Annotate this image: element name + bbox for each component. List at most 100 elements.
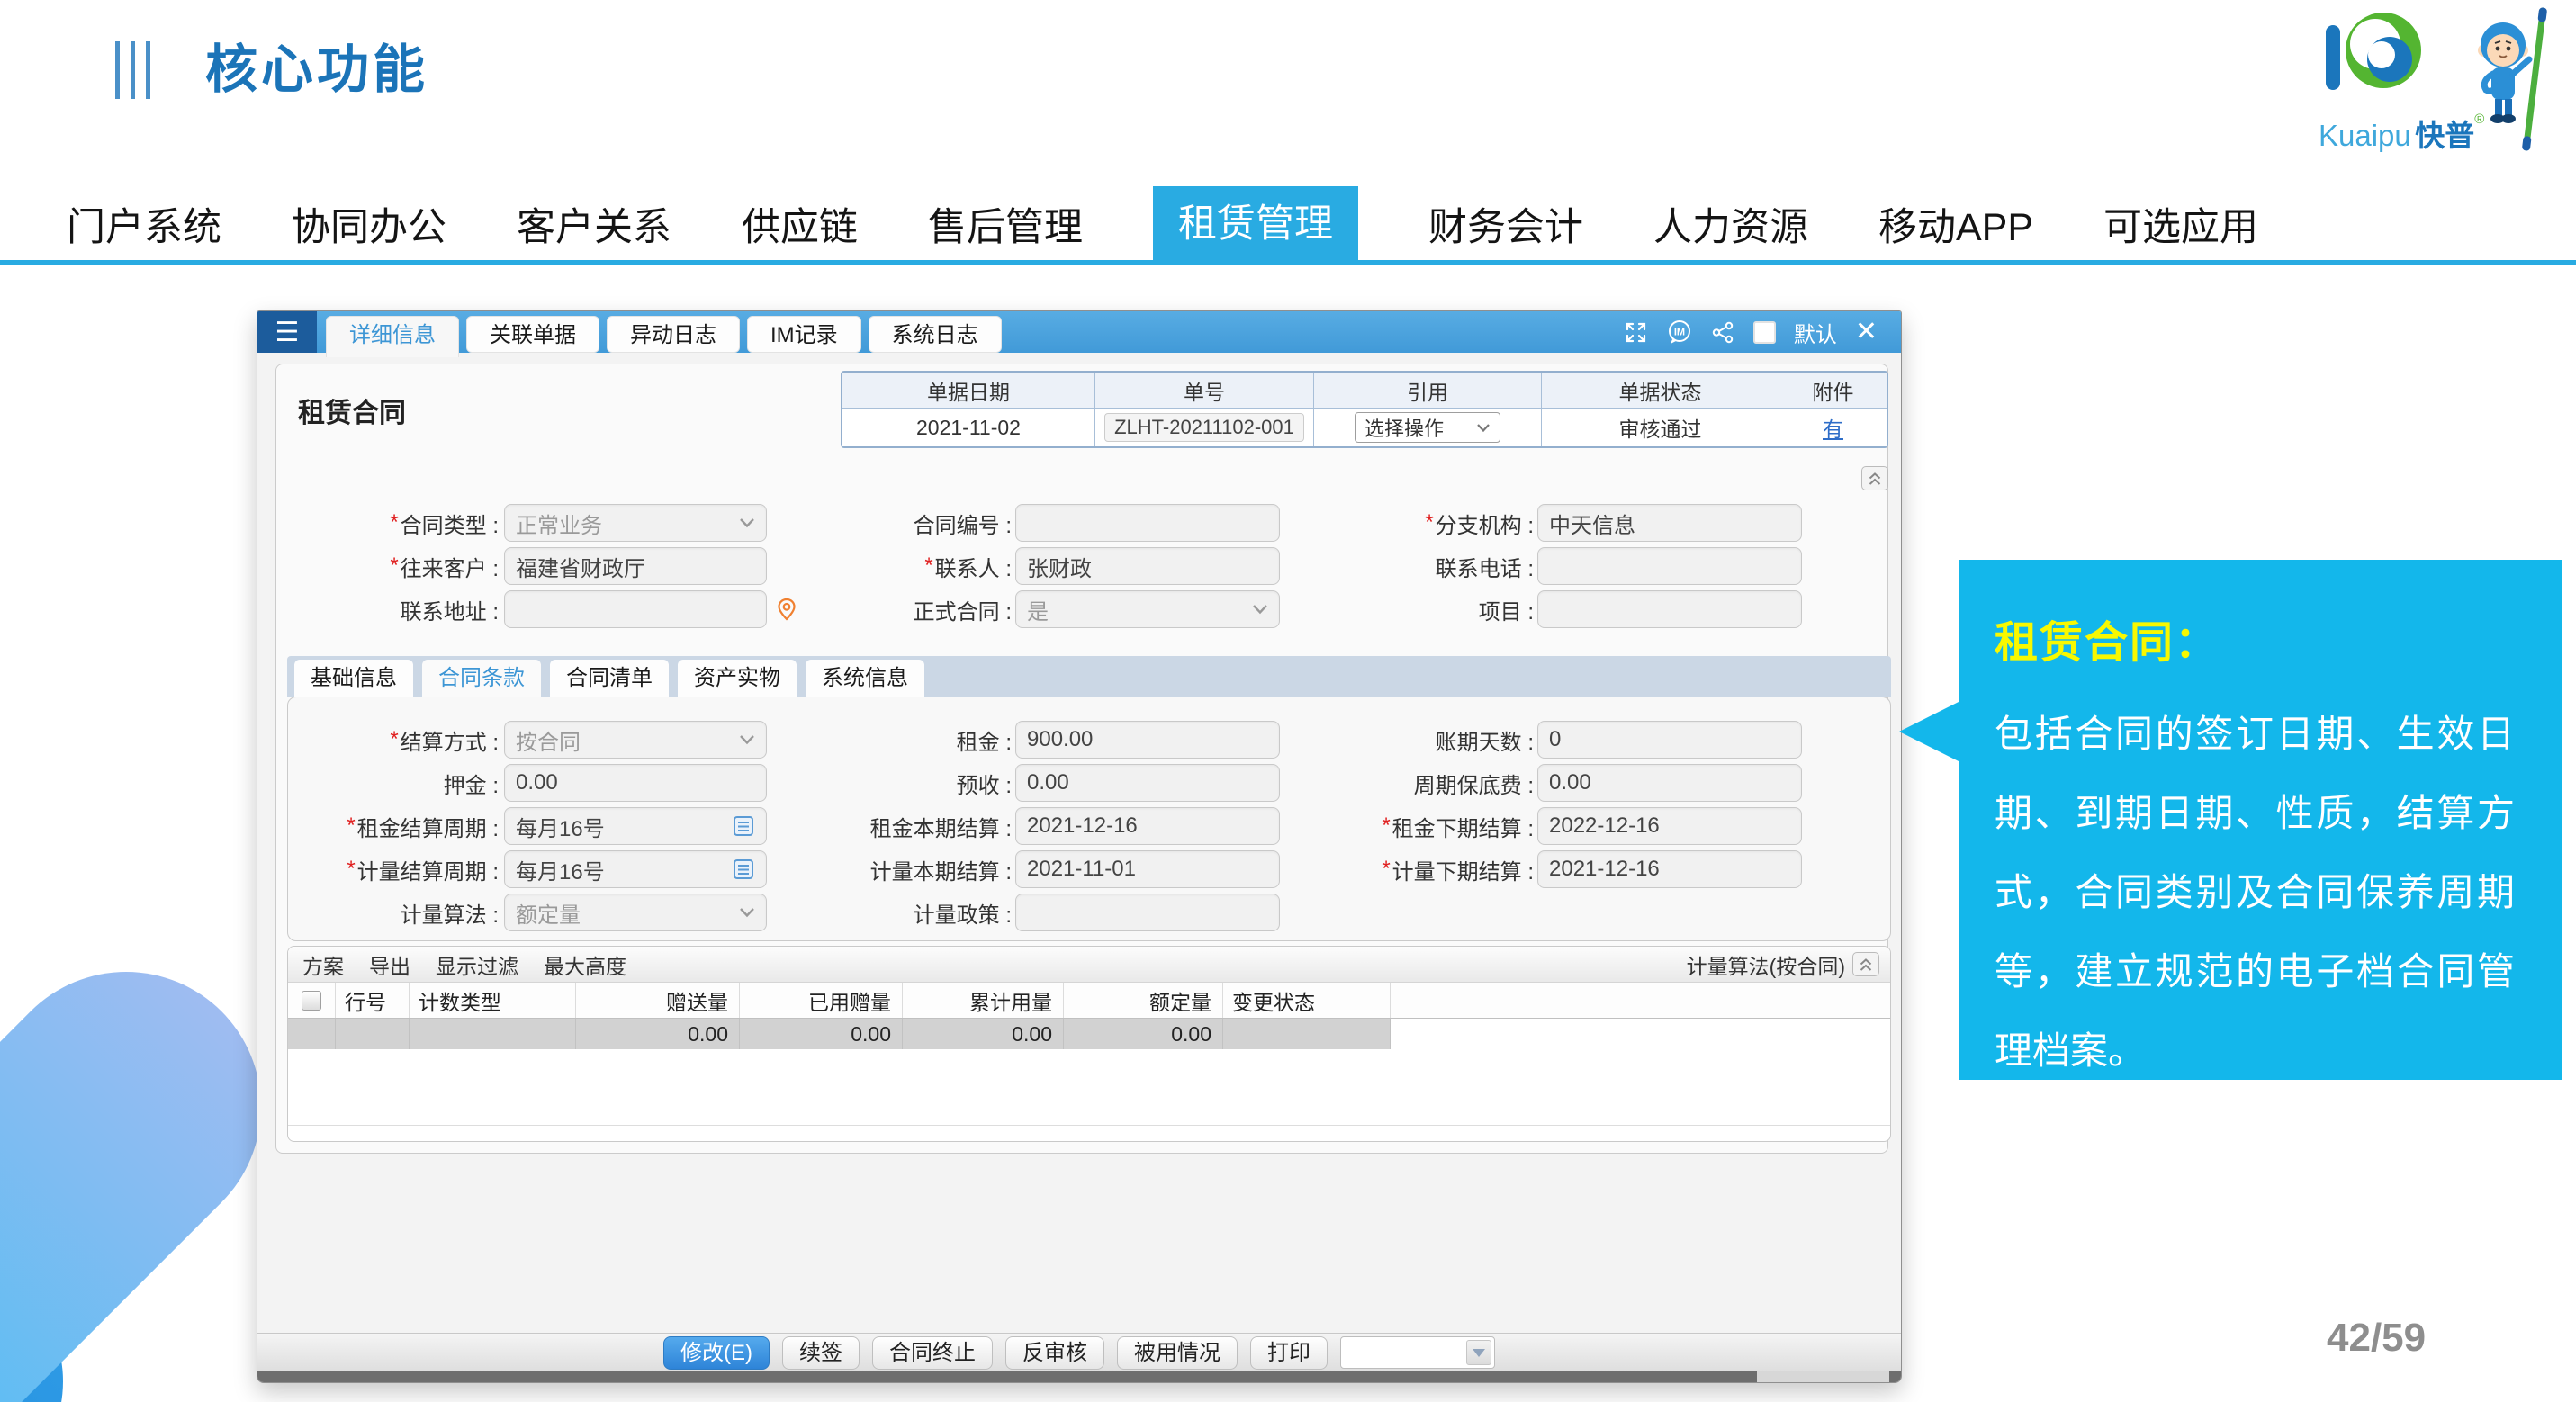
phone-input[interactable] <box>1537 547 1802 585</box>
rent-next-input[interactable]: 2022-12-16 <box>1537 807 1802 845</box>
scrollbar-track-segment <box>1757 1371 1889 1383</box>
select-all-checkbox[interactable] <box>302 991 321 1011</box>
toolbar-max-height-link[interactable]: 最大高度 <box>544 949 626 980</box>
double-chevron-up-icon <box>1858 956 1874 974</box>
modify-button[interactable]: 修改(E) <box>663 1336 770 1370</box>
meter-cycle-input[interactable]: 每月16号 <box>504 850 767 888</box>
grid-row-divider <box>288 1125 1890 1126</box>
prepaid-input[interactable]: 0.00 <box>1015 764 1280 802</box>
action-bar: 修改(E) 续签 合同终止 反审核 被用情况 打印 <box>257 1333 1901 1371</box>
meter-algo-select[interactable]: 额定量 <box>504 894 767 931</box>
project-input[interactable] <box>1537 590 1802 628</box>
close-icon[interactable]: ✕ <box>1855 319 1878 346</box>
more-actions-select[interactable] <box>1340 1336 1495 1369</box>
doc-number-cell: ZLHT-20211102-001 <box>1095 409 1314 446</box>
toolbar-export-link[interactable]: 导出 <box>369 949 410 980</box>
subtab-contract-list[interactable]: 合同清单 <box>550 660 669 697</box>
nav-item-finance[interactable]: 财务会计 <box>1428 196 1583 252</box>
lease-contract-callout: 租赁合同： 包括合同的签订日期、生效日期、到期日期、性质，结算方式，合同类别及合… <box>1959 560 2562 1080</box>
subtab-asset-items[interactable]: 资产实物 <box>678 660 797 697</box>
doc-date-value: 2021-11-02 <box>842 409 1095 446</box>
tab-system-log[interactable]: 系统日志 <box>869 316 1002 353</box>
nav-item-collaboration[interactable]: 协同办公 <box>292 196 446 252</box>
address-input[interactable] <box>504 590 767 628</box>
meter-policy-input[interactable] <box>1015 894 1280 931</box>
customer-input[interactable]: 福建省财政厅 <box>504 547 767 585</box>
schedule-icon[interactable] <box>732 858 755 881</box>
im-icon[interactable]: IM <box>1666 319 1693 346</box>
callout-body: 包括合同的签订日期、生效日期、到期日期、性质，结算方式，合同类别及合同保养周期等… <box>1995 695 2515 1091</box>
nav-item-lease-management[interactable]: 租赁管理 <box>1153 186 1358 262</box>
schedule-icon[interactable] <box>732 814 755 838</box>
attachment-link[interactable]: 有 <box>1823 412 1843 443</box>
subtab-basic-info[interactable]: 基础信息 <box>294 660 413 697</box>
tab-change-log[interactable]: 异动日志 <box>607 316 740 353</box>
svg-text:IM: IM <box>1674 328 1685 338</box>
slide-root: 核心功能 Kuaipu 快普® <box>0 0 2576 1402</box>
col-row-no: 行号 <box>336 983 410 1018</box>
deposit-label: 押金 : <box>275 764 499 802</box>
brand-name-en: Kuaipu <box>2319 119 2411 152</box>
nav-item-after-sales[interactable]: 售后管理 <box>928 196 1083 252</box>
meter-current-input[interactable]: 2021-11-01 <box>1015 850 1280 888</box>
nav-item-portal[interactable]: 门户系统 <box>67 196 221 252</box>
col-rated: 额定量 <box>1064 983 1223 1018</box>
tab-detail-info[interactable]: 详细信息 <box>326 316 459 357</box>
print-button[interactable]: 打印 <box>1250 1336 1328 1370</box>
window-tabs: 详细信息 关联单据 异动日志 IM记录 系统日志 <box>326 316 1002 357</box>
rent-input[interactable]: 900.00 <box>1015 721 1280 759</box>
tab-related-docs[interactable]: 关联单据 <box>466 316 599 353</box>
nav-item-hr[interactable]: 人力资源 <box>1653 196 1808 252</box>
chevron-down-icon <box>739 517 755 528</box>
doc-number-value: ZLHT-20211102-001 <box>1104 413 1304 442</box>
usage-button[interactable]: 被用情况 <box>1117 1336 1238 1370</box>
renew-button[interactable]: 续签 <box>782 1336 860 1370</box>
brand-logo: Kuaipu 快普® <box>2319 4 2563 166</box>
tab-im-record[interactable]: IM记录 <box>747 316 861 353</box>
ref-action-select[interactable]: 选择操作 <box>1355 412 1500 443</box>
nav-item-optional-apps[interactable]: 可选应用 <box>2103 196 2258 252</box>
form-title: 租赁合同 <box>298 391 406 430</box>
meter-policy-label: 计量政策 : <box>788 894 1012 931</box>
measurement-grid-panel: 方案 导出 显示过滤 最大高度 计量算法(按合同) 行号 计数类型 赠送量 已用… <box>287 946 1891 1142</box>
horizontal-scrollbar[interactable] <box>257 1371 1901 1383</box>
summary-count-type-cell <box>410 1019 576 1049</box>
subtab-system-info[interactable]: 系统信息 <box>806 660 924 697</box>
form-subtabs: 基础信息 合同条款 合同清单 资产实物 系统信息 <box>287 656 1891 697</box>
period-min-fee-input[interactable]: 0.00 <box>1537 764 1802 802</box>
credit-days-input[interactable]: 0 <box>1537 721 1802 759</box>
nav-item-mobile-app[interactable]: 移动APP <box>1878 196 2033 252</box>
nav-underline <box>0 260 2576 265</box>
formal-contract-label: 正式合同 : <box>788 590 1012 628</box>
chevron-down-icon <box>739 907 755 918</box>
fullscreen-icon[interactable] <box>1624 320 1648 345</box>
branch-input[interactable]: 中天信息 <box>1537 504 1802 542</box>
rent-cycle-input[interactable]: 每月16号 <box>504 807 767 845</box>
collapse-grid-button[interactable] <box>1852 952 1879 976</box>
collapse-header-button[interactable] <box>1861 466 1888 490</box>
settle-method-select[interactable]: 按合同 <box>504 721 767 759</box>
terminate-button[interactable]: 合同终止 <box>872 1336 993 1370</box>
menu-button[interactable]: ☰ <box>257 311 317 353</box>
deposit-input[interactable]: 0.00 <box>504 764 767 802</box>
nav-item-supply-chain[interactable]: 供应链 <box>742 196 858 252</box>
default-checkbox-label: 默认 <box>1794 317 1837 348</box>
doc-attachment-cell: 有 <box>1779 409 1887 446</box>
default-checkbox[interactable] <box>1753 321 1776 344</box>
grid-select-all-cell <box>288 983 336 1018</box>
meter-next-input[interactable]: 2021-12-16 <box>1537 850 1802 888</box>
contract-no-input[interactable] <box>1015 504 1280 542</box>
share-icon[interactable] <box>1711 320 1735 345</box>
contract-type-select[interactable]: 正常业务 <box>504 504 767 542</box>
app-window: ☰ 详细信息 关联单据 异动日志 IM记录 系统日志 <box>257 310 1902 1383</box>
toolbar-filter-link[interactable]: 显示过滤 <box>436 949 518 980</box>
unaudit-button[interactable]: 反审核 <box>1005 1336 1104 1370</box>
nav-item-crm[interactable]: 客户关系 <box>517 196 671 252</box>
contact-input[interactable]: 张财政 <box>1015 547 1280 585</box>
formal-contract-select[interactable]: 是 <box>1015 590 1280 628</box>
rent-current-input[interactable]: 2021-12-16 <box>1015 807 1280 845</box>
callout-arrow <box>1899 702 1959 761</box>
subtab-contract-terms[interactable]: 合同条款 <box>422 660 541 700</box>
toolbar-plan-link[interactable]: 方案 <box>302 949 344 980</box>
chevron-down-icon <box>1476 423 1491 433</box>
